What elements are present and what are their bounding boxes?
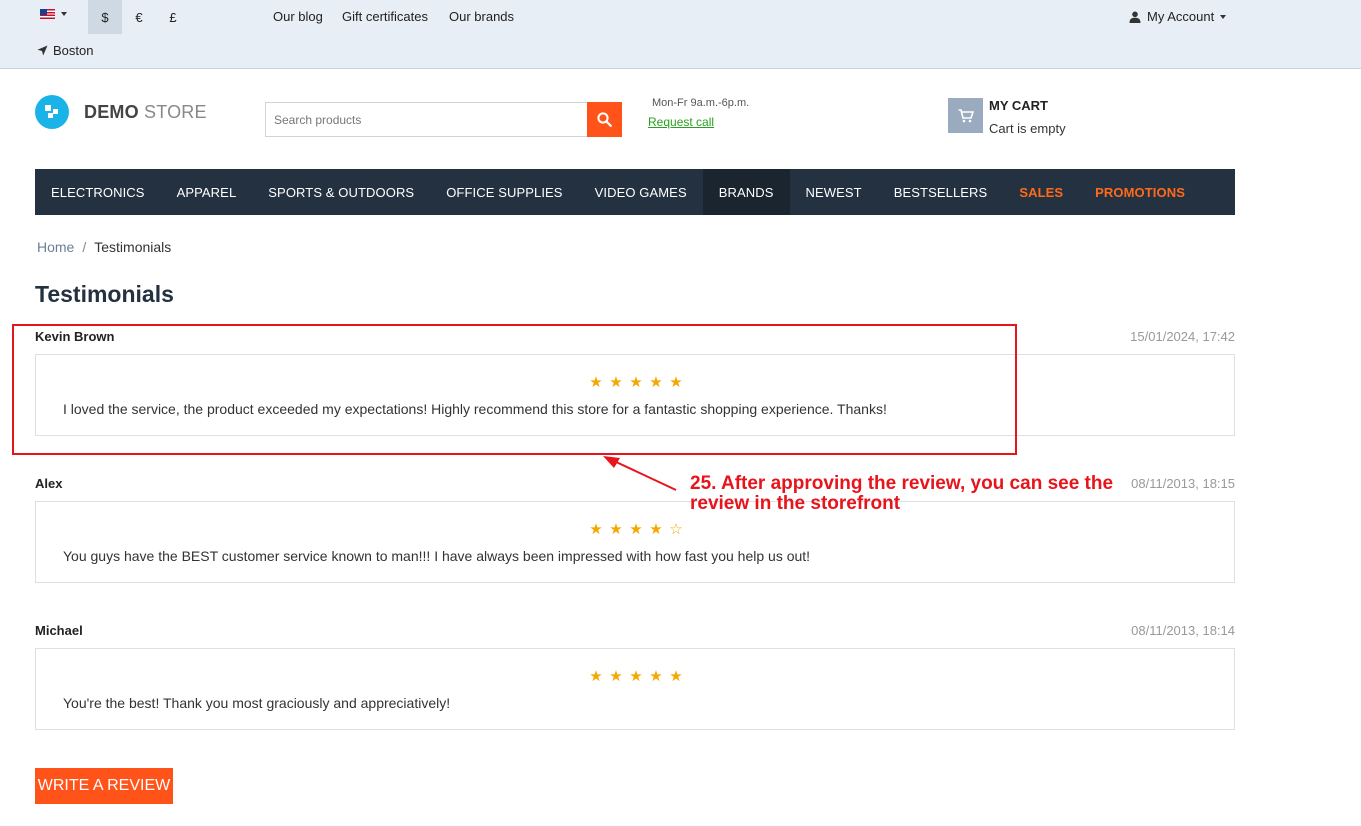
annotation-line-1: 25. After approving the review, you can … xyxy=(690,473,1114,494)
star-filled-icon: ★ xyxy=(629,521,643,538)
nav-item-promotions[interactable]: PROMOTIONS xyxy=(1079,169,1201,215)
currency-gbp[interactable]: £ xyxy=(156,0,190,34)
review-text: You guys have the BEST customer service … xyxy=(63,548,811,564)
working-hours: Mon-Fr 9a.m.-6p.m. xyxy=(652,97,750,109)
top-bar: $ € £ Our blog Gift certificates Our bra… xyxy=(0,0,1361,69)
cart-status: Cart is empty xyxy=(989,121,1066,136)
logo-text-thin: STORE xyxy=(144,101,207,122)
breadcrumb: Home / Testimonials xyxy=(37,239,171,255)
nav-item-brands[interactable]: BRANDS xyxy=(702,169,790,215)
my-account-label: My Account xyxy=(1147,9,1215,24)
nav-item-apparel[interactable]: APPAREL xyxy=(161,169,253,215)
star-filled-icon: ★ xyxy=(609,668,623,685)
nav-item-video-games[interactable]: VIDEO GAMES xyxy=(579,169,703,215)
main-navigation: ELECTRONICS APPAREL SPORTS & OUTDOORS OF… xyxy=(35,169,1235,215)
breadcrumb-home[interactable]: Home xyxy=(37,239,74,255)
cart-title[interactable]: MY CART xyxy=(989,98,1048,113)
location-arrow-icon xyxy=(37,45,48,56)
nav-item-sports-outdoors[interactable]: SPORTS & OUTDOORS xyxy=(252,169,430,215)
request-call-link[interactable]: Request call xyxy=(648,115,714,129)
chevron-down-icon xyxy=(61,12,67,16)
search-input[interactable] xyxy=(265,102,587,137)
nav-item-electronics[interactable]: ELECTRONICS xyxy=(35,169,161,215)
breadcrumb-separator: / xyxy=(82,239,87,255)
annotation-text: 25. After approving the review, you can … xyxy=(690,474,1113,514)
review-date: 15/01/2024, 17:42 xyxy=(1130,329,1235,344)
page-title: Testimonials xyxy=(35,281,174,307)
nav-item-bestsellers[interactable]: BESTSELLERS xyxy=(878,169,1004,215)
currency-usd[interactable]: $ xyxy=(88,0,122,34)
store-logo[interactable]: DEMO STORE xyxy=(35,95,207,129)
review-author: Michael xyxy=(35,623,83,638)
star-filled-icon: ★ xyxy=(629,668,643,685)
star-filled-icon: ★ xyxy=(649,521,663,538)
annotation-line-2: review in the storefront xyxy=(690,493,901,514)
chevron-down-icon xyxy=(1220,14,1227,19)
logo-text-bold: DEMO xyxy=(84,101,139,122)
review-rating: ★ ★ ★ ★ ☆ xyxy=(36,522,1236,538)
star-filled-icon: ★ xyxy=(589,668,603,685)
cart-icon xyxy=(958,108,974,122)
star-filled-icon: ★ xyxy=(589,521,603,538)
search-button[interactable] xyxy=(587,102,622,137)
location-label: Boston xyxy=(53,43,94,58)
star-filled-icon: ★ xyxy=(669,668,683,685)
link-our-brands[interactable]: Our brands xyxy=(449,9,514,24)
link-our-blog[interactable]: Our blog xyxy=(273,9,323,24)
star-filled-icon: ★ xyxy=(609,521,623,538)
nav-item-newest[interactable]: NEWEST xyxy=(790,169,878,215)
annotation-highlight-box xyxy=(12,324,1017,455)
review-rating: ★ ★ ★ ★ ★ xyxy=(36,669,1236,685)
search-bar xyxy=(265,102,622,137)
cart-button[interactable] xyxy=(948,98,983,133)
nav-item-sales[interactable]: SALES xyxy=(1003,169,1079,215)
star-empty-icon: ☆ xyxy=(669,521,683,538)
breadcrumb-current: Testimonials xyxy=(94,239,172,255)
logo-icon xyxy=(35,95,69,129)
search-icon xyxy=(597,112,612,127)
review-text: You're the best! Thank you most gracious… xyxy=(63,695,451,711)
review-card: ★ ★ ★ ★ ★ You're the best! Thank you most gr… xyxy=(35,648,1235,730)
star-filled-icon: ★ xyxy=(649,668,663,685)
my-account-menu[interactable]: My Account xyxy=(1129,9,1227,24)
nav-item-office-supplies[interactable]: OFFICE SUPPLIES xyxy=(430,169,578,215)
link-gift-certificates[interactable]: Gift certificates xyxy=(342,9,428,24)
review-date: 08/11/2013, 18:15 xyxy=(1131,476,1235,491)
us-flag-icon xyxy=(40,9,55,19)
user-icon xyxy=(1129,11,1141,23)
review-author: Alex xyxy=(35,476,63,491)
write-review-button[interactable]: WRITE A REVIEW xyxy=(35,768,173,804)
language-selector[interactable] xyxy=(40,9,67,19)
location-selector[interactable]: Boston xyxy=(37,43,93,58)
currency-eur[interactable]: € xyxy=(122,0,156,34)
review-date: 08/11/2013, 18:14 xyxy=(1131,623,1235,638)
